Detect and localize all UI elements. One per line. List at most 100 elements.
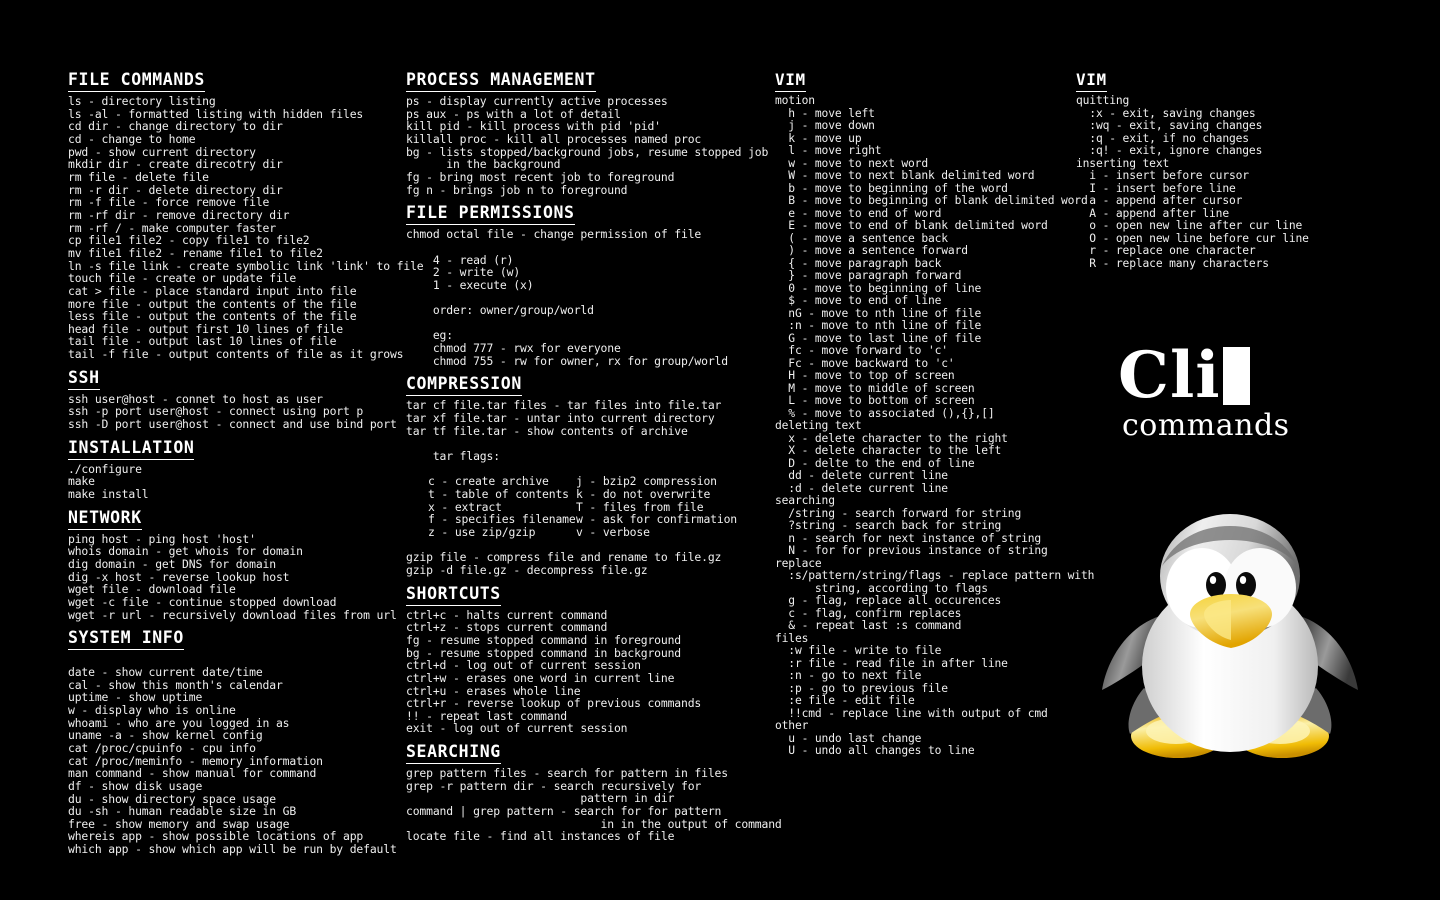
section-title: COMPRESSION [406, 374, 522, 397]
section-lines: tar cf file.tar files - tar files into f… [406, 399, 766, 576]
command-line: l - move right [775, 144, 882, 157]
command-line: :w file - write to file [775, 644, 942, 657]
command-line: :n - move to nth line of file [775, 319, 982, 332]
logo-title-text: Cli [1118, 338, 1221, 413]
section-lines: motion h - move left j - move down k - m… [775, 94, 1094, 758]
command-line: touch file - create or update file [68, 271, 297, 286]
command-line: order: owner/group/world [406, 303, 594, 318]
command-line: & - repeat last :s command [775, 619, 962, 632]
command-line: X - delete character to the left [775, 444, 1002, 457]
command-line: df - show disk usage [68, 778, 203, 793]
cli-commands-logo: Cli commands [1118, 344, 1318, 455]
section-ssh: SSH ssh user@host - connet to host as use… [68, 361, 398, 431]
section-title: SSH [68, 368, 100, 390]
command-line: dd - delete current line [775, 469, 948, 482]
command-line: a - append after cursor [1076, 194, 1243, 207]
command-line: ps - display currently active processes [406, 94, 668, 108]
section-title: VIM [1076, 70, 1107, 92]
tar-flag-right: v - verbose [576, 524, 650, 539]
logo-title: Cli [1118, 344, 1318, 408]
tar-flag-left: t - table of contents [428, 486, 569, 501]
command-line: $ - move to end of line [775, 294, 942, 307]
command-line: ./configure [68, 461, 142, 476]
command-line: L - move to bottom of screen [775, 394, 975, 407]
command-line: locate file - find all instances of file [406, 829, 675, 844]
command-line: 2 - write (w) [406, 265, 521, 280]
command-line: du -sh - human readable size in GB [68, 804, 297, 819]
section-title: SEARCHING [406, 742, 501, 765]
command-line: killall proc - kill all processes named … [406, 131, 702, 146]
command-line: rm -rf dir - remove directory dir [68, 207, 290, 222]
section-lines: ./configure make make install [68, 463, 398, 501]
section-title: FILE COMMANDS [68, 70, 205, 92]
command-line: :q! - exit, ignore changes [1076, 144, 1263, 157]
command-line: :wq - exit, saving changes [1076, 119, 1263, 132]
command-line: :n - go to next file [775, 669, 922, 682]
command-line: cd - change to home [68, 131, 196, 146]
column-vim-quitting: VIM quitting :x - exit, saving changes :w… [1076, 70, 1336, 270]
section-lines: ctrl+c - halts current command ctrl+z - s… [406, 608, 766, 736]
command-line: chmod octal file - change permission of … [406, 227, 702, 242]
command-line: tar xf file.tar - untar into current dir… [406, 411, 715, 426]
section-lines: chmod octal file - change permission of … [406, 228, 766, 367]
section-shortcuts: SHORTCUTS ctrl+c - halts current command c… [406, 577, 766, 736]
command-line: dig domain - get DNS for domain [68, 557, 276, 572]
command-line: exit - log out of current session [406, 721, 628, 736]
command-line: ) - move a sentence forward [775, 244, 968, 257]
section-title: VIM [775, 70, 806, 92]
tar-flag-left: z - use zip/gzip [428, 524, 536, 539]
command-line: gzip file - compress file and rename to … [406, 550, 722, 565]
column-file-commands: FILE COMMANDS ls - directory listing ls -a… [68, 70, 424, 856]
command-line: E - move to end of blank delimited word [775, 219, 1048, 232]
section-searching: SEARCHING grep pattern files - search for… [406, 735, 782, 844]
command-line: wget -r url - recursively download files… [68, 607, 397, 622]
command-line: grep pattern files - search for pattern … [406, 766, 728, 781]
section-title: NETWORK [68, 508, 142, 530]
section-lines: date - show current date/time cal - show … [68, 653, 398, 856]
command-line: ssh -D port user@host - connect and use … [68, 417, 397, 432]
command-line: fg n - brings job n to foreground [406, 182, 628, 197]
section-lines: ls - directory listing ls -al - formatted… [68, 94, 424, 362]
command-line: date - show current date/time [68, 664, 263, 679]
section-installation: INSTALLATION ./configure make make install [68, 431, 398, 501]
command-line: ctrl+d - log out of current session [406, 658, 641, 673]
command-line: uname -a - show kernel config [68, 728, 263, 743]
command-line [406, 317, 766, 330]
command-line: tar flags: [406, 449, 500, 464]
command-line: chmod 777 - rwx for everyone [406, 341, 621, 356]
command-line: make install [68, 487, 149, 502]
command-line: man command - show manual for command [68, 766, 317, 781]
command-line: ls - directory listing [68, 94, 216, 108]
section-lines: ps - display currently active processes p… [406, 94, 768, 197]
section-file-permissions: FILE PERMISSIONS chmod octal file - chang… [406, 196, 766, 367]
section-lines: ssh user@host - connet to host as user ss… [68, 393, 398, 431]
command-line: mv file1 file2 - rename file1 to file2 [68, 245, 323, 260]
command-line: g - flag, replace all occurences [775, 594, 1002, 607]
command-line: B - move to beginning of blank delimited… [775, 194, 1088, 207]
command-line: rm file - delete file [68, 169, 209, 184]
command-line: fg - resume stopped command in foregroun… [406, 632, 682, 647]
section-title: INSTALLATION [68, 438, 195, 460]
command-line: fg - bring most recent job to foreground [406, 169, 675, 184]
command-line: wget -c file - continue stopped download [68, 595, 337, 609]
section-title: SYSTEM INFO [68, 628, 184, 651]
group-label: other [775, 719, 809, 732]
command-line: less file - output the contents of the f… [68, 309, 357, 324]
command-line: W - move to next blank delimited word [775, 169, 1035, 182]
section-lines: grep pattern files - search for pattern … [406, 766, 782, 844]
section-file-commands: FILE COMMANDS ls - directory listing ls -a… [68, 70, 424, 362]
command-line: o - open new line after cur line [1076, 219, 1303, 232]
command-line: H - move to top of screen [775, 369, 955, 382]
column-vim-motion: VIM motion h - move left j - move down k … [775, 70, 1094, 758]
section-system-info: SYSTEM INFO date - show current date/tim… [68, 621, 398, 855]
command-line: tail -f file - output contents of file a… [68, 347, 404, 362]
command-line: ctrl+z - stops current command [406, 620, 608, 635]
command-line: ctrl+r - reverse lookup of previous comm… [406, 696, 702, 711]
section-process-management: PROCESS MANAGEMENT ps - display currently… [406, 70, 768, 197]
command-line: w - display who is online [68, 702, 236, 717]
group-label: deleting text [775, 419, 862, 432]
tux-penguin-icon [1102, 514, 1358, 758]
section-lines: quitting :x - exit, saving changes :wq -… [1076, 94, 1336, 270]
command-line: ctrl+w - erases one word in current line [406, 670, 675, 685]
command-line: gzip -d file.gz - decompress file.gz [406, 562, 648, 577]
